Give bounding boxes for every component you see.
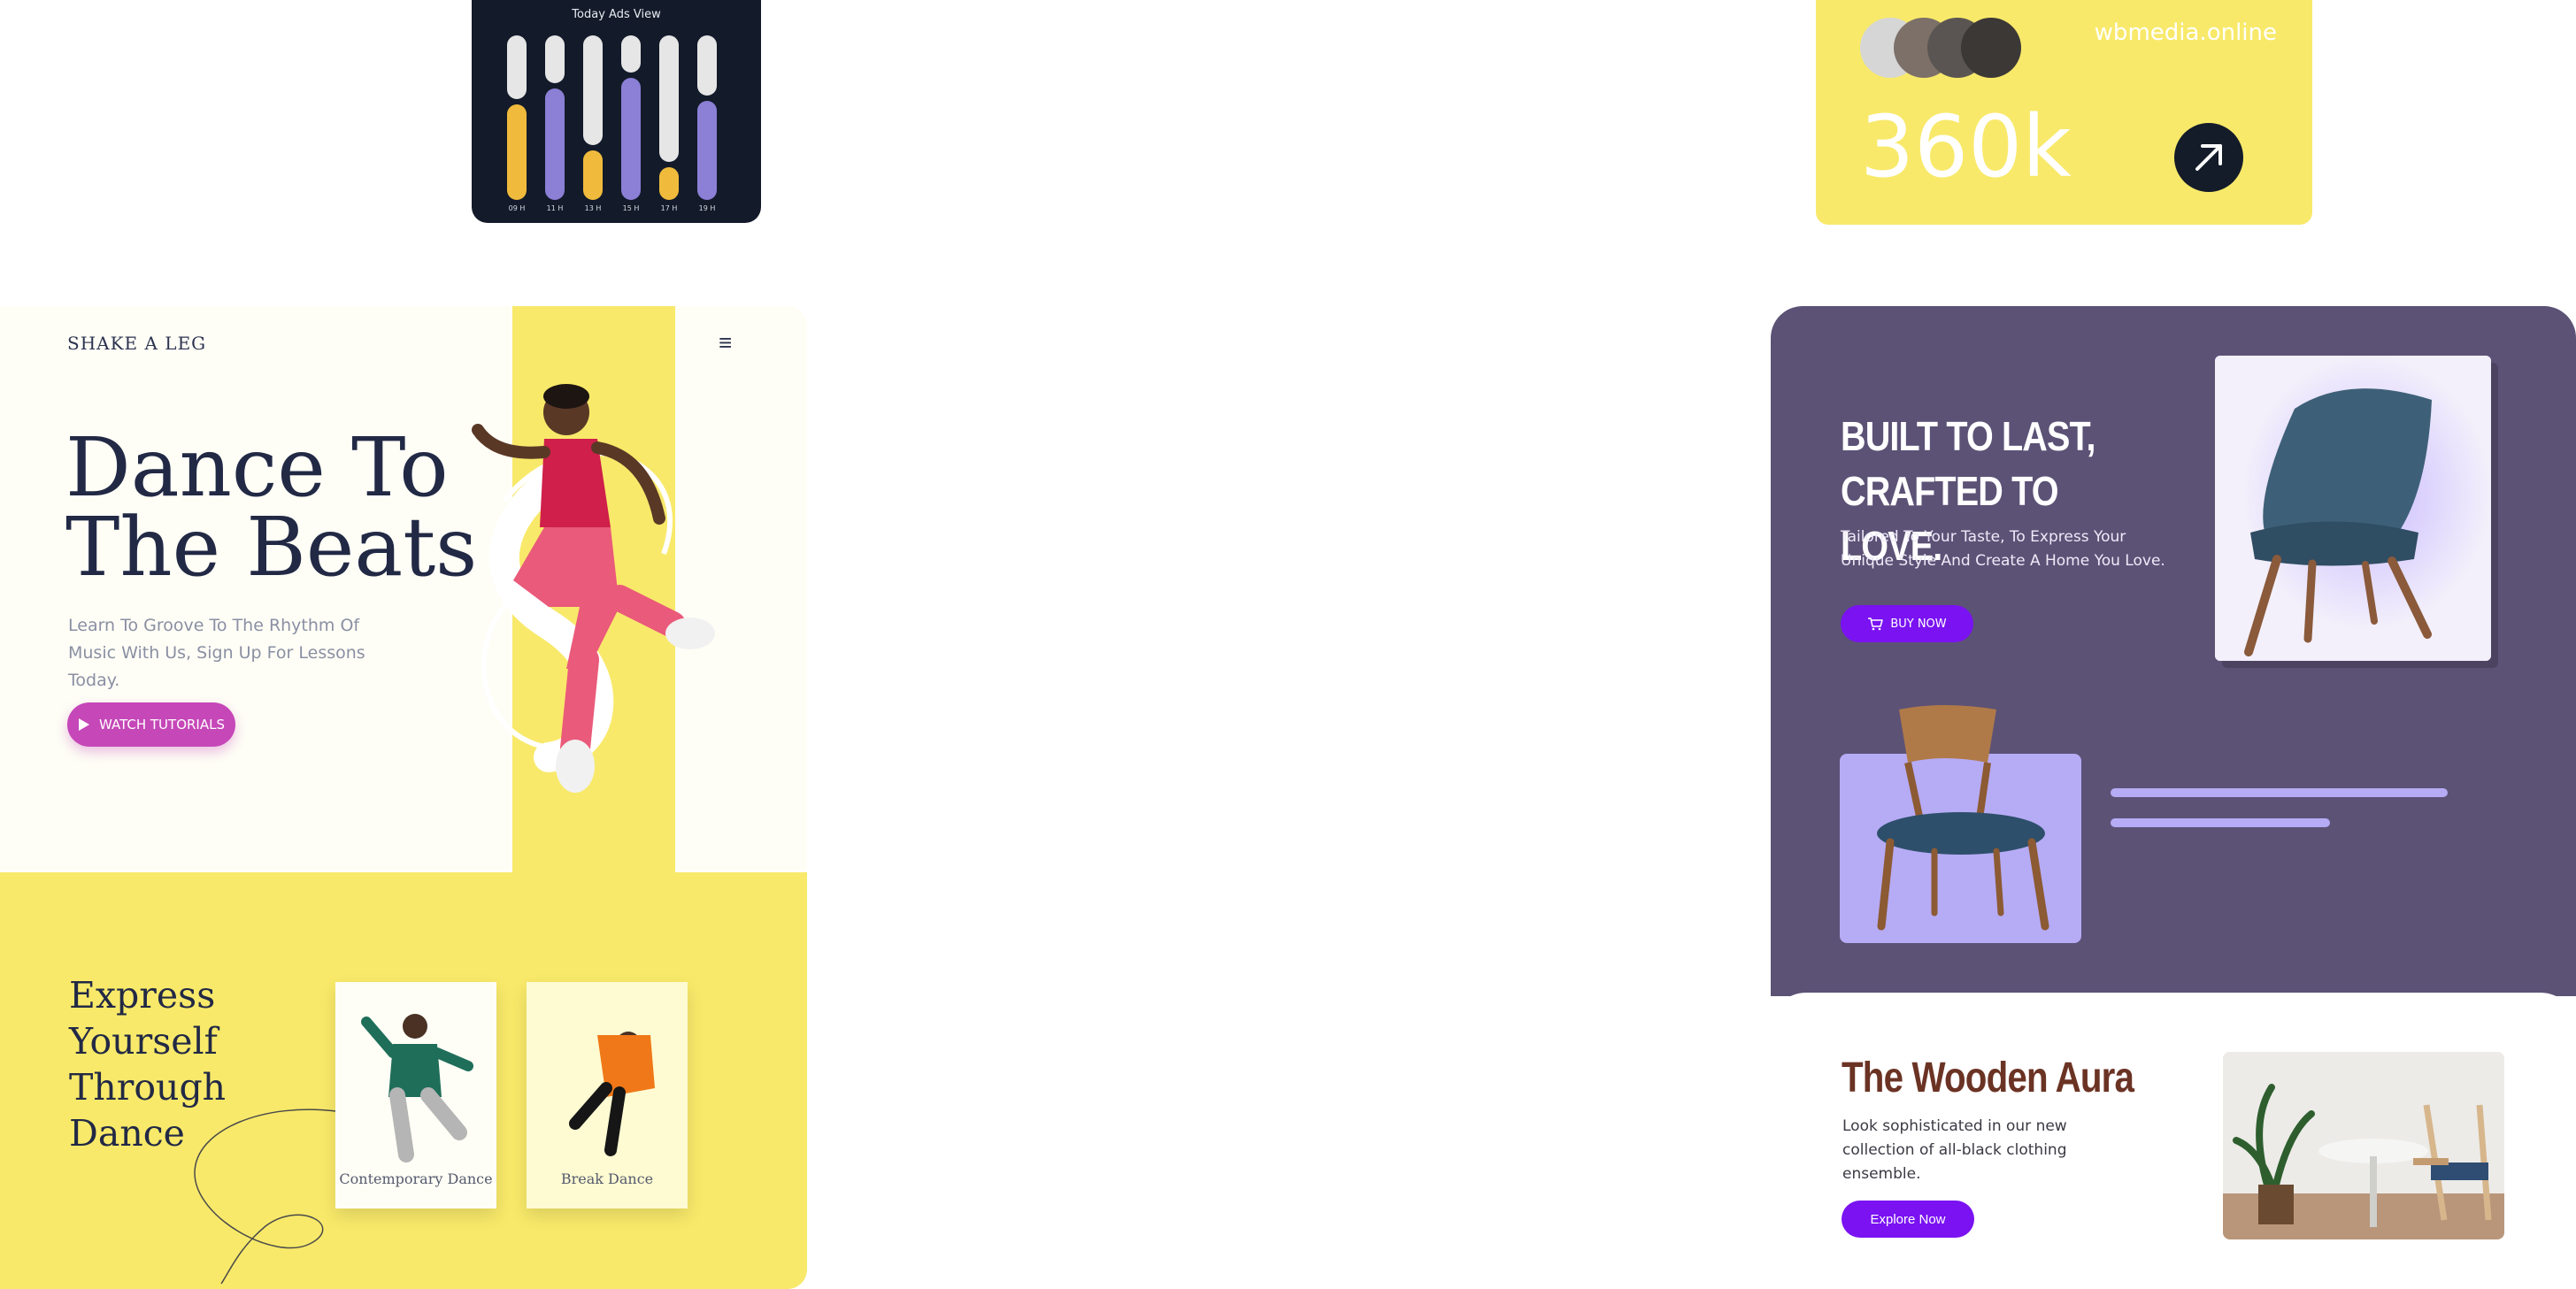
ads-column: [659, 35, 679, 200]
room-scene-image: [2223, 1052, 2504, 1239]
site-logo[interactable]: SHAKE A LEG: [67, 333, 206, 354]
ads-column-bar: [621, 78, 641, 200]
ads-column-bar: [659, 167, 679, 200]
hero-tagline: Tailored To Your Taste, To Express Your …: [1841, 528, 2165, 570]
open-stats-button[interactable]: [2174, 123, 2243, 192]
hero-headline: Dance To The Beats: [65, 420, 478, 595]
ads-column-bar: [545, 88, 565, 200]
ads-column-track: [659, 35, 679, 162]
ads-column: [697, 35, 717, 200]
hero-subtitle: Learn To Groove To The Rhythm Of Music W…: [68, 616, 365, 690]
express-section: Express Yourself Through Dance Contempor…: [0, 872, 807, 1289]
avatar: [1961, 18, 2021, 78]
ads-column-track: [545, 35, 565, 83]
ads-column-label: 09 H: [508, 204, 526, 212]
ads-column: [583, 35, 603, 200]
placeholder-line: [2111, 818, 2330, 827]
dance-card-break[interactable]: Break Dance: [527, 982, 688, 1208]
ads-column-track: [583, 35, 603, 145]
collection-description: Look sophisticated in our new collection…: [1842, 1117, 2067, 1183]
ads-column-label: 19 H: [698, 204, 716, 212]
ads-column-label: 13 H: [584, 204, 602, 212]
buy-now-label: BUY NOW: [1890, 617, 1947, 631]
stats-widget: wbmedia.online 360k: [1816, 0, 2312, 225]
placeholder-line: [2111, 788, 2448, 797]
watch-tutorials-label: WATCH TUTORIALS: [98, 717, 225, 733]
cart-icon: [1868, 618, 1884, 631]
ads-column-track: [507, 35, 527, 99]
ads-column-bar: [583, 150, 603, 200]
ads-widget-title: Today Ads View: [572, 8, 661, 21]
dance-landing-page: SHAKE A LEG ≡ Dance To The Beats Learn T…: [0, 306, 807, 1289]
hamburger-menu-icon[interactable]: ≡: [719, 331, 745, 354]
ads-column-label: 15 H: [622, 204, 640, 212]
ads-column: [621, 35, 641, 200]
ads-column-bar: [507, 104, 527, 200]
dining-chair-image: [1877, 705, 2049, 931]
ads-column-bar: [697, 101, 717, 200]
break-dancer-image: [569, 1032, 655, 1156]
stats-domain: wbmedia.online: [2094, 19, 2277, 46]
armchair-image: [2215, 356, 2491, 661]
ads-column: [545, 35, 565, 200]
dance-card-label: Contemporary Dance: [339, 1170, 493, 1187]
buy-now-button[interactable]: BUY NOW: [1841, 605, 1973, 642]
ads-column-track: [621, 35, 641, 73]
dance-card-contemporary[interactable]: Contemporary Dance: [335, 982, 496, 1208]
furniture-landing-page: BUILT TO LAST, CRAFTED TO LOVE. Tailored…: [1771, 306, 2576, 1289]
explore-now-button[interactable]: Explore Now: [1842, 1201, 1974, 1238]
ads-column: [507, 35, 527, 200]
ads-column-label: 11 H: [546, 204, 564, 212]
collection-title: The Wooden Aura: [1842, 1055, 2134, 1101]
ads-column-track: [697, 35, 717, 96]
contemporary-dancer-image: [361, 1014, 473, 1162]
play-icon: [78, 718, 89, 731]
dance-card-label: Break Dance: [560, 1170, 654, 1187]
ads-view-widget: Today Ads View 09 H 11 H 13 H 15 H 17 H 19 H: [472, 0, 761, 223]
dancer-image: [472, 384, 715, 793]
stats-value: 360k: [1860, 97, 2072, 196]
arrow-up-right-icon: [2195, 144, 2222, 171]
ads-column-label: 17 H: [660, 204, 678, 212]
watch-tutorials-button[interactable]: WATCH TUTORIALS: [67, 702, 235, 747]
